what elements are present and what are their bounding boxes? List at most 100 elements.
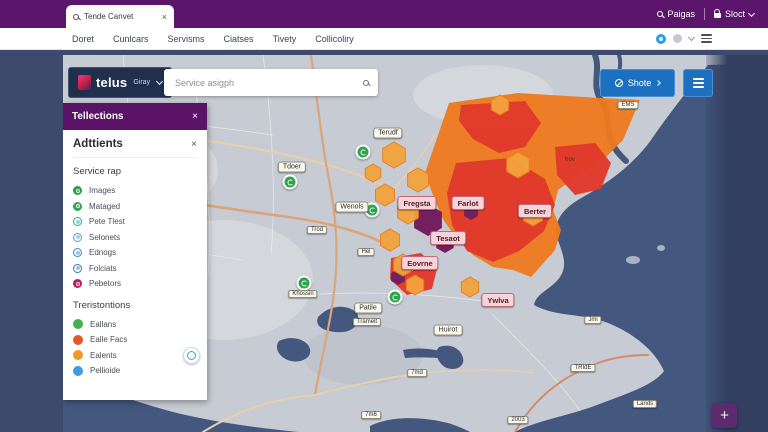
- hamburger-menu-icon: [693, 78, 704, 88]
- zoom-in-button[interactable]: +: [712, 403, 737, 428]
- legend-color-icon: [73, 366, 83, 376]
- legend-sections: Service rap Images Mataged Pete Tlest Selone…: [73, 166, 197, 379]
- legend-color-icon: [73, 233, 82, 242]
- panel-title: Adttients: [73, 138, 123, 150]
- nav-item-servisms[interactable]: Servisms: [168, 34, 205, 44]
- map-label[interactable]: Terudf: [373, 128, 402, 139]
- locate-me-button[interactable]: [183, 347, 200, 364]
- map-label[interactable]: Lands: [633, 400, 657, 408]
- legend-label: Eallans: [90, 320, 116, 329]
- nav-menu: Doret Cunlcars Servisms Ciatses Tivety Collic…: [72, 34, 354, 44]
- browser-actions: Paigas Sloct: [657, 0, 754, 28]
- map-marker[interactable]: [283, 175, 298, 190]
- map-label[interactable]: Patile: [354, 303, 382, 314]
- brand-name: telus: [96, 75, 127, 90]
- nav-item-cunlcars[interactable]: Cunlcars: [113, 34, 149, 44]
- map-label[interactable]: Khossin: [288, 290, 317, 298]
- map-label[interactable]: Huirot: [434, 325, 463, 336]
- map-search-input[interactable]: [173, 77, 363, 89]
- legend-color-icon: [73, 335, 83, 345]
- search-icon: [657, 11, 663, 17]
- map-label[interactable]: Ywlva: [481, 293, 514, 307]
- legend-item[interactable]: Images: [73, 183, 197, 199]
- legend-item[interactable]: Mataged: [73, 199, 197, 215]
- map-marker[interactable]: [356, 145, 371, 160]
- map-label[interactable]: Wenols: [335, 202, 368, 213]
- telus-logo-button[interactable]: telus Giray: [68, 67, 172, 98]
- map-label[interactable]: Fregsta: [397, 196, 436, 210]
- map-label[interactable]: 7m6: [361, 411, 381, 419]
- legend-color-icon: [73, 279, 82, 288]
- legend-item[interactable]: Pete Tlest: [73, 214, 197, 230]
- map-label[interactable]: Jmi: [584, 316, 601, 324]
- telus-coverage-page: Tende Canvet × Paigas Sloct Doret Cunlcar…: [0, 0, 768, 432]
- legend-item[interactable]: Ednogs: [73, 245, 197, 261]
- legend-item[interactable]: Ealle Facs: [73, 332, 197, 348]
- map-label[interactable]: Eovrne: [401, 256, 438, 270]
- hamburger-menu-icon[interactable]: [701, 34, 712, 43]
- lock-icon: [714, 13, 721, 18]
- map-label[interactable]: Hel: [357, 248, 374, 256]
- nav-item-doret[interactable]: Doret: [72, 34, 94, 44]
- legend-item[interactable]: Pellioide: [73, 363, 197, 379]
- map-label[interactable]: 2003: [507, 416, 528, 424]
- legend-item[interactable]: Selonets: [73, 230, 197, 246]
- legend-label: Ealle Facs: [90, 335, 127, 344]
- legend-color-icon: [73, 202, 82, 211]
- browser-tab[interactable]: Tende Canvet ×: [66, 5, 174, 28]
- legend-section-heading: Service rap: [73, 166, 197, 177]
- legend-color-icon: [73, 248, 82, 257]
- chevron-down-icon[interactable]: [688, 34, 695, 41]
- map-label[interactable]: Tesaot: [430, 231, 466, 245]
- tab-search-icon: [73, 14, 79, 20]
- map-menu-button[interactable]: [683, 69, 713, 97]
- legend-color-icon: [73, 264, 82, 273]
- map-label[interactable]: TRIdE: [570, 364, 595, 372]
- map-label[interactable]: Farlot: [452, 196, 485, 210]
- brand-suffix: Giray: [133, 79, 150, 86]
- map-label[interactable]: Berter: [518, 204, 552, 218]
- browser-title-bar: Tende Canvet × Paigas Sloct: [0, 0, 768, 28]
- nav-item-collicoliry[interactable]: Collicoliry: [315, 34, 354, 44]
- profile-icon[interactable]: [656, 34, 666, 44]
- legend-color-icon: [73, 350, 83, 360]
- secondary-profile-icon[interactable]: [673, 34, 682, 43]
- tab-close-icon[interactable]: ×: [162, 12, 167, 22]
- share-icon: [615, 79, 623, 87]
- nav-icons: [656, 34, 712, 44]
- chrome-account-button[interactable]: Sloct: [714, 9, 754, 19]
- map-marker[interactable]: [297, 276, 312, 291]
- chrome-search-button[interactable]: Paigas: [657, 9, 695, 19]
- legend-label: Pete Tlest: [89, 217, 125, 226]
- share-label: Shote: [628, 78, 652, 88]
- share-button[interactable]: Shote: [600, 69, 675, 97]
- legend-color-icon: [73, 217, 82, 226]
- legend-item[interactable]: Ealents: [73, 348, 197, 364]
- panel-close-icon[interactable]: ×: [192, 111, 198, 122]
- map-label[interactable]: EMS: [617, 101, 638, 109]
- legend-item[interactable]: Folciats: [73, 261, 197, 277]
- nav-item-ciatses[interactable]: Ciatses: [224, 34, 254, 44]
- legend-label: Ednogs: [89, 248, 116, 257]
- map-search-bar[interactable]: [164, 69, 378, 96]
- chrome-account-label: Sloct: [725, 9, 745, 19]
- legend-item[interactable]: Pebetors: [73, 276, 197, 292]
- coverage-map[interactable]: Terudf Tdoer Wenols Trod Hel Khossin Patile Tra…: [63, 55, 768, 432]
- map-label[interactable]: Tdoer: [278, 162, 306, 173]
- legend-label: Mataged: [89, 202, 120, 211]
- tab-title: Tende Canvet: [84, 12, 157, 21]
- legend-label: Images: [89, 186, 115, 195]
- legend-label: Pellioide: [90, 366, 120, 375]
- site-nav-bar: Doret Cunlcars Servisms Ciatses Tivety Collic…: [0, 28, 768, 50]
- map-label[interactable]: Trameit: [353, 318, 381, 326]
- map-label[interactable]: 7md: [407, 369, 427, 377]
- map-label[interactable]: hov: [561, 156, 579, 164]
- panel-title-close-icon[interactable]: ×: [191, 139, 197, 150]
- panel-title-row: Adttients ×: [73, 135, 197, 158]
- nav-item-tivety[interactable]: Tivety: [273, 34, 297, 44]
- legend-item[interactable]: Eallans: [73, 317, 197, 333]
- divider: [704, 8, 705, 20]
- map-marker[interactable]: [388, 290, 403, 305]
- map-label[interactable]: Trod: [307, 226, 327, 234]
- search-icon: [363, 80, 369, 86]
